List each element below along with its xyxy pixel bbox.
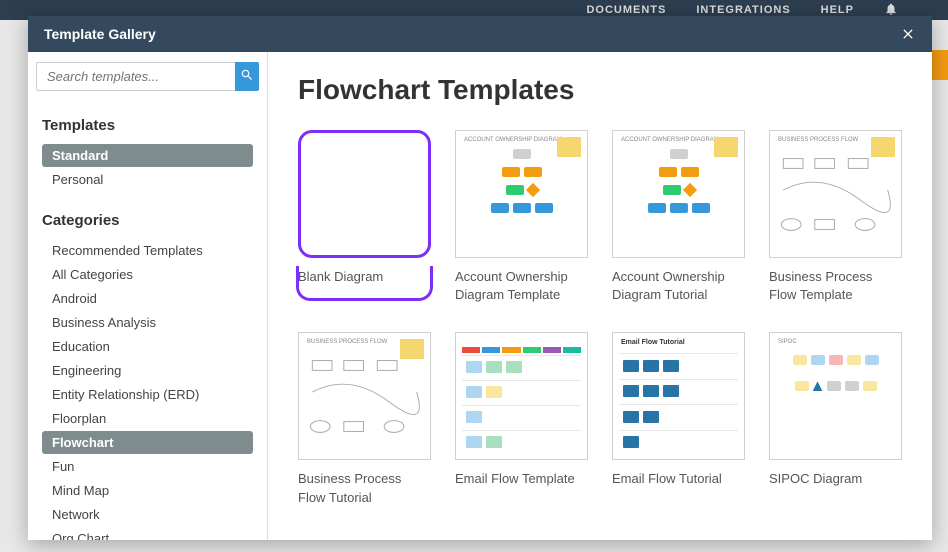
category-item[interactable]: Flowchart [42,431,253,454]
template-thumbnail [298,130,431,258]
category-item[interactable]: Entity Relationship (ERD) [42,383,253,406]
template-label: Account Ownership Diagram Template [455,268,588,304]
category-item[interactable]: Fun [42,455,253,478]
template-label: Email Flow Template [455,470,588,488]
sidebar-categories-section: Categories Recommended TemplatesAll Cate… [28,196,267,540]
categories-heading: Categories [42,212,253,229]
template-thumbnail: ACCOUNT OWNERSHIP DIAGRAM [612,130,745,258]
template-card[interactable]: ACCOUNT OWNERSHIP DIAGRAM Account Owners… [455,130,588,304]
category-item[interactable]: Android [42,287,253,310]
category-item[interactable]: Education [42,335,253,358]
search-input[interactable] [36,62,235,91]
template-label: Account Ownership Diagram Tutorial [612,268,745,304]
sidebar: Templates StandardPersonal Categories Re… [28,52,268,540]
sidebar-templates-section: Templates StandardPersonal [28,101,267,196]
nav-integrations[interactable]: INTEGRATIONS [696,4,790,16]
search-icon [240,68,254,85]
page-title: Flowchart Templates [298,74,902,106]
template-card[interactable]: Email Flow Tutorial Email Flow Tutorial [612,332,745,506]
template-grid: Blank Diagram ACCOUNT OWNERSHIP DIAGRAM A… [298,130,902,507]
template-thumbnail [455,332,588,460]
template-thumbnail: SIPOC [769,332,902,460]
category-item[interactable]: Business Analysis [42,311,253,334]
template-card[interactable]: Blank Diagram [298,130,431,304]
close-icon[interactable] [900,26,916,42]
template-card[interactable]: BUSINESS PROCESS FLOW Business Process F… [769,130,902,304]
template-card[interactable]: BUSINESS PROCESS FLOW Business Process F… [298,332,431,506]
modal-body: Templates StandardPersonal Categories Re… [28,52,932,540]
category-item[interactable]: Mind Map [42,479,253,502]
template-label: Business Process Flow Template [769,268,902,304]
search-wrap [28,52,267,101]
category-item[interactable]: Floorplan [42,407,253,430]
orange-accent [930,50,948,80]
category-item[interactable]: Org Chart [42,527,253,540]
template-label: Business Process Flow Tutorial [298,470,431,506]
content-area: Flowchart Templates Blank Diagram ACCOUNT… [268,52,932,540]
template-thumbnail: BUSINESS PROCESS FLOW [298,332,431,460]
category-item[interactable]: Engineering [42,359,253,382]
sidebar-tab-personal[interactable]: Personal [42,168,253,191]
template-label: Blank Diagram [298,268,431,286]
category-item[interactable]: Recommended Templates [42,239,253,262]
search-button[interactable] [235,62,259,91]
template-thumbnail: ACCOUNT OWNERSHIP DIAGRAM [455,130,588,258]
template-card[interactable]: Email Flow Template [455,332,588,506]
sidebar-tab-standard[interactable]: Standard [42,144,253,167]
template-thumbnail: Email Flow Tutorial [612,332,745,460]
template-label: SIPOC Diagram [769,470,902,488]
template-label: Email Flow Tutorial [612,470,745,488]
template-gallery-modal: Template Gallery Templates StandardPerso… [28,16,932,540]
template-card[interactable]: ACCOUNT OWNERSHIP DIAGRAM Account Owners… [612,130,745,304]
template-thumbnail: BUSINESS PROCESS FLOW [769,130,902,258]
category-item[interactable]: Network [42,503,253,526]
modal-title: Template Gallery [44,26,156,42]
modal-header: Template Gallery [28,16,932,52]
nav-help[interactable]: HELP [821,4,854,16]
template-card[interactable]: SIPOC SIPOC Diagram [769,332,902,506]
nav-documents[interactable]: DOCUMENTS [586,4,666,16]
templates-heading: Templates [42,117,253,134]
category-item[interactable]: All Categories [42,263,253,286]
